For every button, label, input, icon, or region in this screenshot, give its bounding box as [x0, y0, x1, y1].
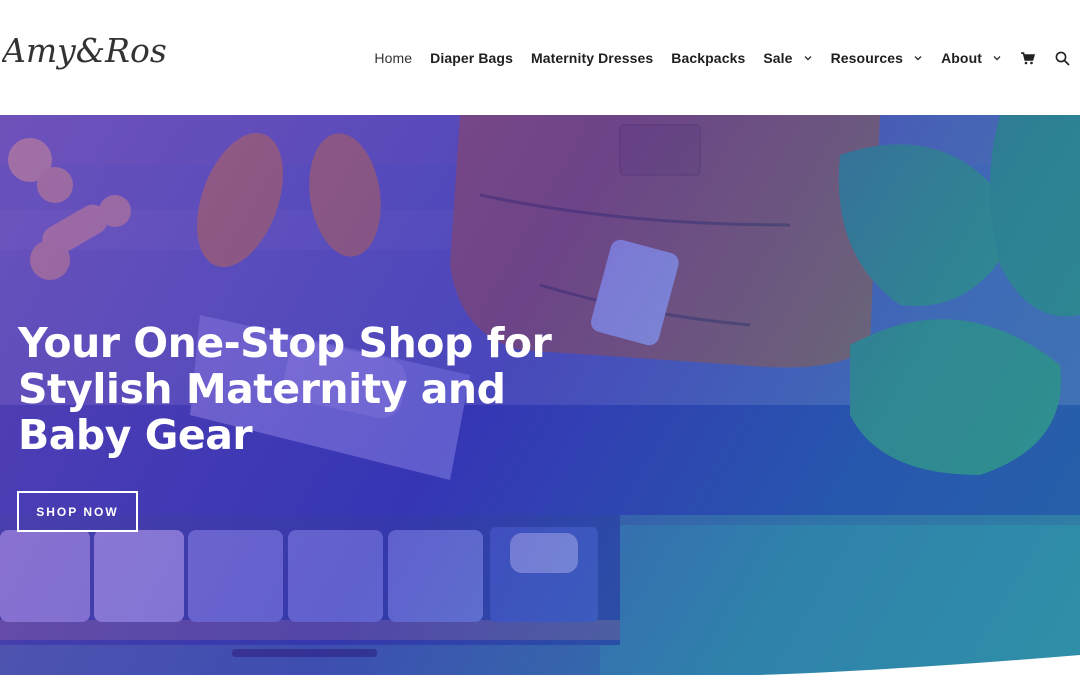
hero-title-line: Your One-Stop Shop for [18, 319, 552, 367]
hero-bottom-divider [0, 655, 1080, 675]
nav-item-about[interactable]: About [941, 50, 1002, 66]
chevron-down-icon [804, 56, 812, 61]
nav-label: Maternity Dresses [530, 50, 654, 66]
nav-label: Sale [763, 50, 793, 66]
nav-item-resources[interactable]: Resources [831, 50, 924, 66]
main-nav: Home Diaper Bags Maternity Dresses Backp… [356, 46, 1070, 70]
site-header: Amy&Rose Home Diaper Bags Maternity Dres… [0, 0, 1080, 115]
shop-now-button[interactable]: SHOP NOW [17, 491, 138, 532]
hero-banner: Your One-Stop Shop for Stylish Maternity… [0, 115, 1080, 675]
search-glyph [1055, 51, 1070, 66]
hero-title-line: Baby Gear [18, 411, 253, 459]
search-icon[interactable] [1054, 50, 1070, 66]
nav-item-sale[interactable]: Sale [763, 50, 812, 66]
hero-title: Your One-Stop Shop for Stylish Maternity… [18, 320, 578, 458]
chevron-down-icon [993, 56, 1001, 61]
nav-item-maternity-dresses[interactable]: Maternity Dresses [531, 50, 653, 66]
nav-label: Resources [830, 50, 904, 66]
nav-label: Backpacks [671, 50, 746, 66]
nav-label: Diaper Bags [430, 50, 513, 66]
cart-glyph [1021, 51, 1035, 64]
logo-wordmark: Amy&Rose [0, 31, 186, 70]
chevron-down-icon [914, 56, 922, 61]
logo-text: Amy&Rose [2, 31, 167, 70]
nav-item-home[interactable]: Home [374, 50, 412, 66]
nav-label: Home [374, 50, 413, 66]
nav-label: About [941, 50, 982, 66]
nav-item-diaper-bags[interactable]: Diaper Bags [430, 50, 513, 66]
brand-logo[interactable]: Amy&Rose [0, 28, 186, 84]
nav-item-backpacks[interactable]: Backpacks [671, 50, 745, 66]
cart-icon[interactable] [1020, 50, 1036, 66]
hero-title-line: Stylish Maternity and [18, 365, 506, 413]
